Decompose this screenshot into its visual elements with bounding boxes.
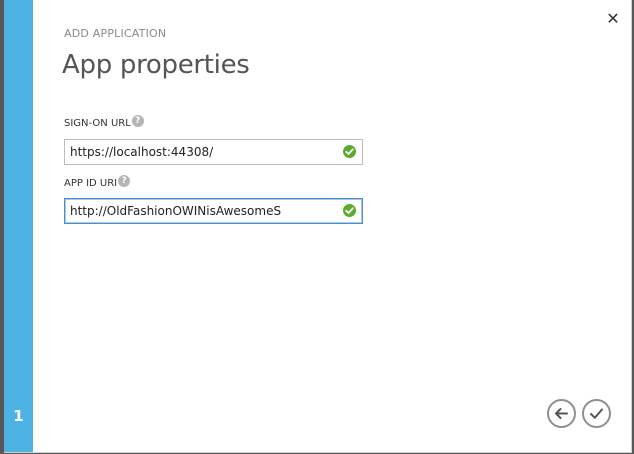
sign-on-url-field[interactable]	[64, 139, 363, 165]
app-id-uri-field[interactable]	[64, 198, 363, 224]
sign-on-url-input[interactable]	[65, 140, 340, 164]
valid-check-icon	[343, 145, 356, 158]
sign-on-url-label: SIGN-ON URL ?	[64, 115, 144, 129]
add-application-dialog: 1 ✕ ADD APPLICATION App properties SIGN-…	[4, 0, 632, 453]
finish-button[interactable]	[582, 399, 611, 428]
valid-check-icon	[343, 204, 356, 217]
checkmark-icon	[590, 408, 603, 419]
dialog-overline: ADD APPLICATION	[64, 27, 167, 40]
wizard-step-bar: 1	[4, 0, 33, 452]
arrow-left-icon	[555, 408, 568, 419]
sign-on-url-label-text: SIGN-ON URL	[64, 118, 131, 129]
page-title: App properties	[62, 50, 250, 80]
app-id-uri-label: APP ID URI ?	[64, 175, 131, 189]
app-id-uri-input[interactable]	[65, 199, 340, 223]
window-frame: 1 ✕ ADD APPLICATION App properties SIGN-…	[0, 0, 634, 454]
back-button[interactable]	[547, 399, 576, 428]
help-icon[interactable]: ?	[131, 115, 144, 127]
app-id-uri-label-text: APP ID URI	[64, 178, 118, 189]
close-icon[interactable]: ✕	[605, 11, 621, 27]
step-number: 1	[13, 407, 24, 425]
help-icon[interactable]: ?	[118, 175, 131, 187]
